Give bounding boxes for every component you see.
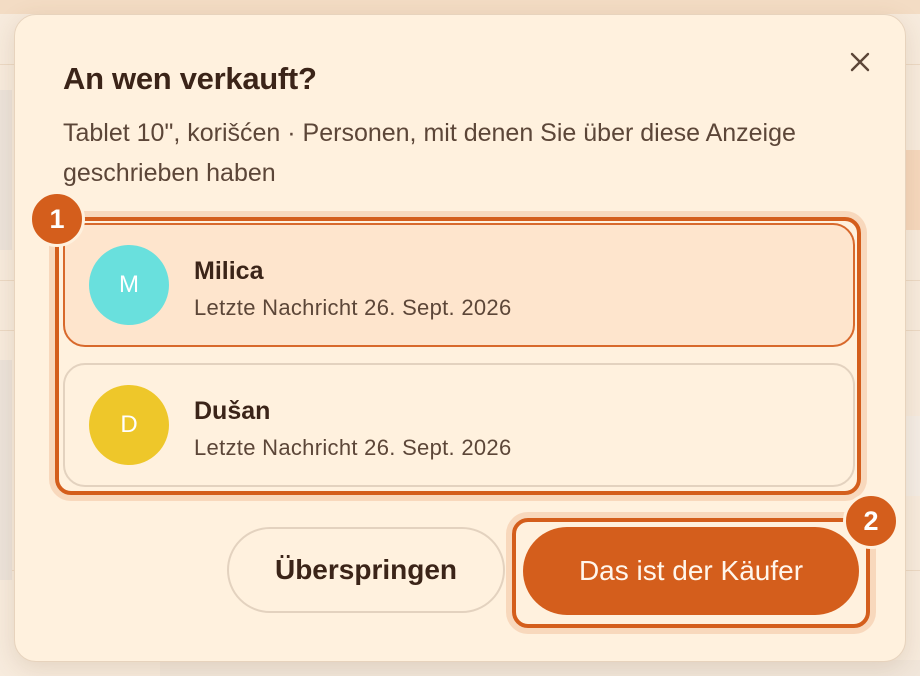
confirm-buyer-button[interactable]: Das ist der Käufer	[523, 527, 859, 615]
annotation-badge-1: 1	[29, 191, 85, 247]
buyer-option-dusan[interactable]: D Dušan Letzte Nachricht 26. Sept. 2026	[63, 363, 855, 487]
avatar: M	[89, 245, 169, 325]
background-header	[0, 0, 920, 14]
close-icon	[850, 52, 870, 72]
close-button[interactable]	[845, 47, 875, 77]
buyer-last-message: Letzte Nachricht 26. Sept. 2026	[194, 435, 512, 460]
background-card	[906, 416, 920, 496]
background-panel	[0, 360, 12, 580]
annotation-badge-2: 2	[843, 493, 899, 549]
buyer-option-milica[interactable]: M Milica Letzte Nachricht 26. Sept. 2026	[63, 223, 855, 347]
buyer-name: Milica	[194, 257, 264, 285]
dialog-subtitle: Tablet 10", korišćen · Personen, mit den…	[63, 119, 796, 187]
dialog-title: An wen verkauft?	[63, 61, 317, 96]
buyer-list: M Milica Letzte Nachricht 26. Sept. 2026…	[63, 223, 855, 503]
avatar: D	[89, 385, 169, 465]
buyer-name: Dušan	[194, 397, 271, 425]
background-card	[906, 150, 920, 230]
select-buyer-dialog: An wen verkauft? Tablet 10", korišćen · …	[14, 14, 906, 662]
buyer-last-message: Letzte Nachricht 26. Sept. 2026	[194, 295, 512, 320]
skip-button[interactable]: Überspringen	[227, 527, 505, 613]
background-panel	[0, 90, 12, 250]
background-footer	[160, 660, 920, 676]
